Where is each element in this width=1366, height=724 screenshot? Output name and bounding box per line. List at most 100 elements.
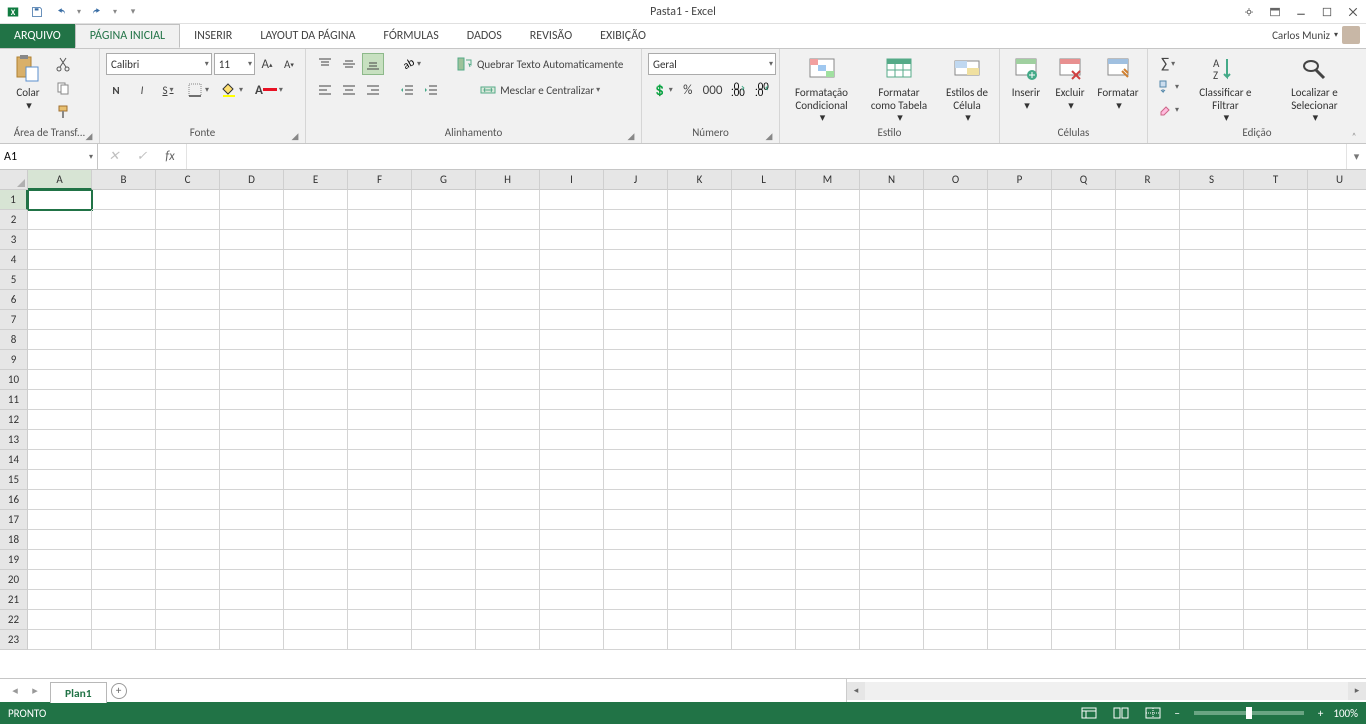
align-bottom-button[interactable]: [362, 53, 384, 75]
cell[interactable]: [412, 230, 476, 250]
increase-decimal-button[interactable]: .0.00: [727, 79, 749, 101]
cell[interactable]: [540, 270, 604, 290]
number-format-combo[interactable]: Geral▾: [648, 53, 776, 75]
cell[interactable]: [92, 530, 156, 550]
cell[interactable]: [668, 550, 732, 570]
cell[interactable]: [348, 570, 412, 590]
cell[interactable]: [796, 290, 860, 310]
cell[interactable]: [1180, 490, 1244, 510]
column-header[interactable]: C: [156, 170, 220, 190]
cell[interactable]: [1308, 610, 1366, 630]
cell[interactable]: [92, 250, 156, 270]
cell[interactable]: [28, 610, 92, 630]
column-header[interactable]: M: [796, 170, 860, 190]
cell[interactable]: [348, 410, 412, 430]
cell[interactable]: [1244, 570, 1308, 590]
sheet-nav-prev[interactable]: ◂: [6, 682, 24, 700]
cell[interactable]: [28, 210, 92, 230]
cell[interactable]: [796, 310, 860, 330]
row-header[interactable]: 5: [0, 270, 28, 290]
cell[interactable]: [156, 270, 220, 290]
copy-button[interactable]: [52, 77, 74, 99]
cell[interactable]: [92, 310, 156, 330]
cell[interactable]: [796, 210, 860, 230]
cell[interactable]: [1308, 470, 1366, 490]
cell[interactable]: [1308, 270, 1366, 290]
cell[interactable]: [1052, 570, 1116, 590]
column-header[interactable]: J: [604, 170, 668, 190]
cell[interactable]: [1308, 390, 1366, 410]
scroll-left-button[interactable]: ◂: [847, 682, 865, 700]
cell[interactable]: [348, 370, 412, 390]
cell[interactable]: [796, 450, 860, 470]
cell[interactable]: [476, 210, 540, 230]
cell[interactable]: [668, 450, 732, 470]
row-header[interactable]: 14: [0, 450, 28, 470]
cell[interactable]: [1116, 410, 1180, 430]
comma-format-button[interactable]: 000: [700, 79, 726, 101]
number-dialog-launcher[interactable]: ◢: [763, 130, 775, 142]
ribbon-display-button[interactable]: [1262, 1, 1288, 23]
cell[interactable]: [156, 330, 220, 350]
row-header[interactable]: 20: [0, 570, 28, 590]
cell[interactable]: [220, 590, 284, 610]
cell[interactable]: [860, 530, 924, 550]
cell[interactable]: [476, 350, 540, 370]
cell[interactable]: [1244, 270, 1308, 290]
cell[interactable]: [732, 210, 796, 230]
cell[interactable]: [732, 350, 796, 370]
cell[interactable]: [92, 570, 156, 590]
format-cells-button[interactable]: Formatar▾: [1092, 51, 1144, 112]
cell[interactable]: [732, 310, 796, 330]
cell[interactable]: [476, 550, 540, 570]
cell[interactable]: [284, 310, 348, 330]
cell[interactable]: [156, 210, 220, 230]
cell[interactable]: [476, 190, 540, 210]
cell[interactable]: [732, 290, 796, 310]
sheet-nav-next[interactable]: ▸: [26, 682, 44, 700]
row-header[interactable]: 18: [0, 530, 28, 550]
cell[interactable]: [220, 370, 284, 390]
column-header[interactable]: A: [28, 170, 92, 190]
cell[interactable]: [348, 230, 412, 250]
cell[interactable]: [732, 230, 796, 250]
cell[interactable]: [860, 270, 924, 290]
cell[interactable]: [732, 330, 796, 350]
cell[interactable]: [412, 470, 476, 490]
cell[interactable]: [732, 510, 796, 530]
cell[interactable]: [860, 610, 924, 630]
cell[interactable]: [476, 490, 540, 510]
increase-indent-button[interactable]: [420, 79, 442, 101]
alignment-dialog-launcher[interactable]: ◢: [625, 130, 637, 142]
cell[interactable]: [1308, 350, 1366, 370]
cell[interactable]: [28, 630, 92, 650]
cell[interactable]: [1116, 610, 1180, 630]
decrease-indent-button[interactable]: [396, 79, 418, 101]
cell[interactable]: [28, 390, 92, 410]
cell[interactable]: [1116, 450, 1180, 470]
cell[interactable]: [604, 570, 668, 590]
cell[interactable]: [668, 210, 732, 230]
align-top-button[interactable]: [314, 53, 336, 75]
cell[interactable]: [988, 190, 1052, 210]
cell[interactable]: [796, 370, 860, 390]
column-header[interactable]: U: [1308, 170, 1366, 190]
cell[interactable]: [476, 530, 540, 550]
cell[interactable]: [860, 390, 924, 410]
cell[interactable]: [1180, 330, 1244, 350]
cell[interactable]: [92, 270, 156, 290]
cell[interactable]: [412, 570, 476, 590]
cell[interactable]: [28, 550, 92, 570]
cell[interactable]: [540, 330, 604, 350]
cell[interactable]: [156, 310, 220, 330]
cell[interactable]: [220, 430, 284, 450]
cell[interactable]: [860, 190, 924, 210]
cell[interactable]: [604, 350, 668, 370]
cell[interactable]: [988, 350, 1052, 370]
cell[interactable]: [1180, 530, 1244, 550]
cell[interactable]: [412, 510, 476, 530]
cell[interactable]: [988, 430, 1052, 450]
cell[interactable]: [1180, 430, 1244, 450]
cell[interactable]: [348, 330, 412, 350]
cell[interactable]: [92, 290, 156, 310]
